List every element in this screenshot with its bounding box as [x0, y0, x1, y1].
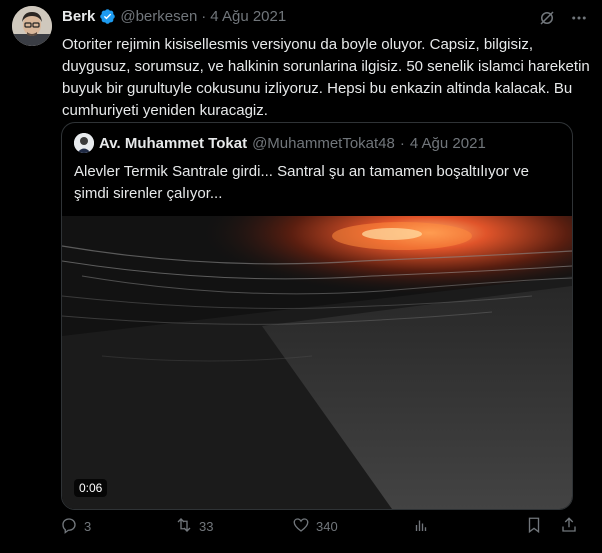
video-frame — [62, 216, 572, 509]
quote-separator-dot: · — [399, 134, 405, 152]
views-button[interactable] — [412, 516, 430, 537]
reply-count: 3 — [84, 519, 92, 534]
tweet[interactable]: Berk @berkesen · 4 Ağu 2021 Otoriter rej… — [0, 0, 602, 553]
author-name[interactable]: Berk — [62, 8, 95, 25]
author-handle[interactable]: @berkesen — [120, 8, 197, 25]
reply-button[interactable]: 3 — [60, 516, 91, 537]
action-bar: 3 33 340 — [60, 516, 580, 538]
bookmark-button[interactable] — [525, 516, 543, 537]
share-icon — [560, 516, 578, 537]
quote-avatar — [74, 133, 94, 153]
quote-author-name: Av. Muhammet Tokat — [99, 134, 248, 152]
quote-text: Alevler Termik Santrale girdi... Santral… — [74, 163, 529, 202]
like-count: 340 — [316, 519, 338, 534]
video-player[interactable]: 0:06 — [62, 216, 572, 509]
heart-icon — [292, 516, 310, 537]
quoted-tweet[interactable]: Av. Muhammet Tokat @MuhammetTokat48 · 4 … — [61, 122, 573, 510]
retweet-button[interactable]: 33 — [175, 516, 213, 537]
bookmark-icon — [525, 516, 543, 537]
top-right-icons — [538, 9, 588, 27]
verified-badge-icon — [99, 8, 116, 25]
separator-dot: · — [201, 8, 207, 25]
more-icon[interactable] — [570, 9, 588, 27]
like-button[interactable]: 340 — [292, 516, 338, 537]
quote-date: 4 Ağu 2021 — [409, 134, 486, 152]
avatar[interactable] — [12, 6, 52, 46]
views-icon — [412, 516, 430, 537]
retweet-icon — [175, 516, 193, 537]
reply-icon — [60, 516, 78, 537]
tweet-date[interactable]: 4 Ağu 2021 — [210, 8, 286, 25]
video-duration: 0:06 — [74, 479, 108, 497]
grok-icon[interactable] — [538, 9, 556, 27]
share-button[interactable] — [560, 516, 578, 537]
retweet-count: 33 — [199, 519, 214, 534]
quote-header: Av. Muhammet Tokat @MuhammetTokat48 · 4 … — [74, 133, 486, 153]
tweet-header: Berk @berkesen · 4 Ağu 2021 — [62, 8, 286, 25]
tweet-text: Otoriter rejimin kisisellesmis versiyonu… — [62, 36, 590, 119]
quote-author-handle: @MuhammetTokat48 — [252, 134, 395, 152]
